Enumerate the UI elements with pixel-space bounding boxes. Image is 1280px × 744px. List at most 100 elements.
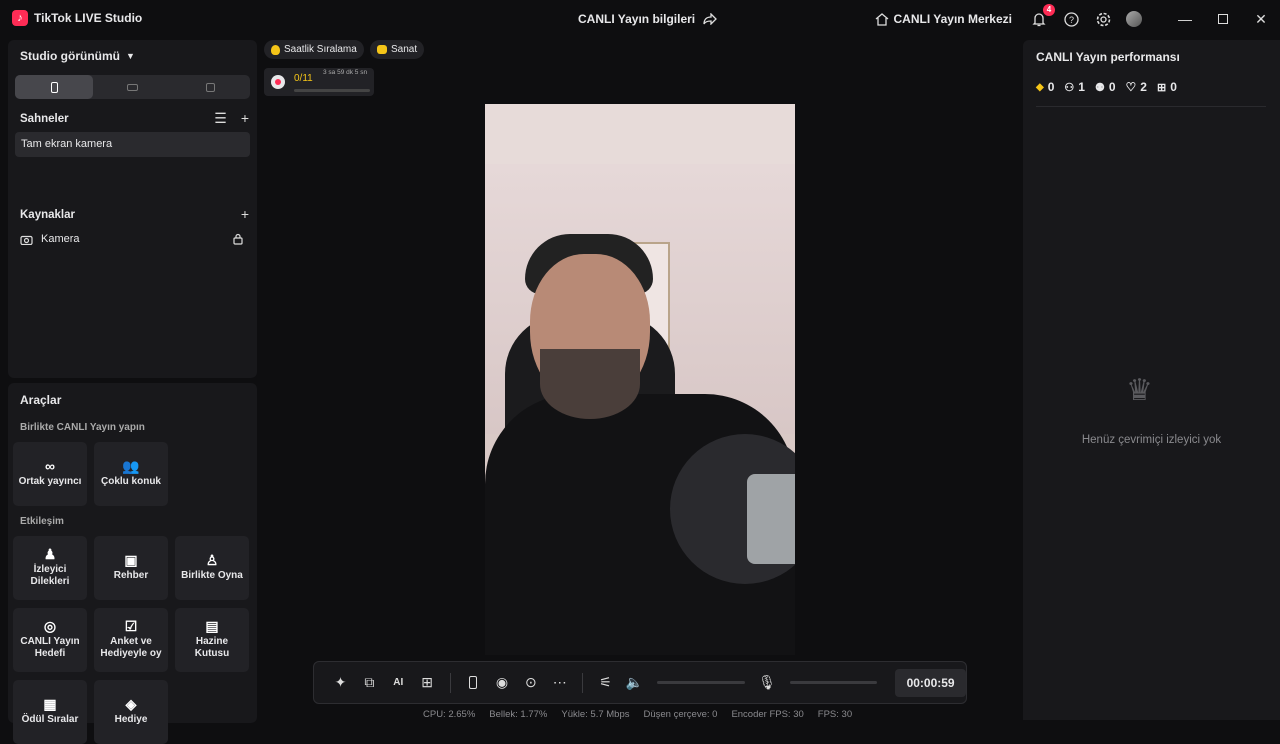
stream-info-button[interactable]: CANLI Yayın bilgileri <box>578 12 718 26</box>
diamonds-metric: ◆ 0 <box>1036 80 1055 94</box>
category-pill[interactable]: Sanat <box>370 40 425 59</box>
screen-share-icon: ⧉ <box>364 674 375 690</box>
stat-upload: Yükle: 5.7 Mbps <box>561 709 630 720</box>
source-label: Kamera <box>41 233 80 245</box>
stat-encoder-fps: Encoder FPS: 30 <box>731 709 804 720</box>
multi-layout-option[interactable] <box>172 75 250 99</box>
effects-button[interactable]: ✦ <box>326 669 355 697</box>
goal-time: 3 sa 59 dk 5 sn <box>323 69 368 76</box>
landscape-icon <box>126 83 138 91</box>
tool-live-goal[interactable]: ◎ CANLI Yayın Hedefi <box>13 608 87 672</box>
speaker-volume-slider[interactable] <box>656 681 745 684</box>
stream-info-label: CANLI Yayın bilgileri <box>578 12 696 26</box>
live-center-button[interactable]: CANLI Yayın Merkezi <box>875 12 1013 26</box>
studio-view-label: Studio görünümü <box>20 49 120 63</box>
ai-button[interactable]: AI <box>384 669 413 697</box>
more-button[interactable]: ⋯ <box>545 669 574 697</box>
tool-label: İzleyici Dilekleri <box>30 564 70 587</box>
svg-text:?: ? <box>1068 15 1073 25</box>
phone-portrait-icon <box>50 81 58 93</box>
tool-label: Birlikte Oyna <box>181 570 243 581</box>
lock-icon[interactable] <box>233 233 243 245</box>
mic-button[interactable]: 🎙 <box>753 669 782 697</box>
gear-icon <box>1096 12 1110 26</box>
more-icon: ⋯ <box>552 674 567 690</box>
screen-share-button[interactable]: ⧉ <box>355 669 384 697</box>
add-source-button[interactable]: ⊞ <box>413 669 442 697</box>
notification-badge: 4 <box>1043 4 1055 16</box>
tools-group-interaction: Etkileşim <box>20 516 64 527</box>
help-icon: ? <box>1063 11 1079 27</box>
layout-icon <box>206 82 216 92</box>
minimize-button[interactable]: — <box>1166 0 1204 38</box>
app-title: TikTok LIVE Studio <box>34 11 143 25</box>
performance-panel: CANLI Yayın performansı ◆ 0 ⚇ 1 ⚉ 0 ♡ 2 ⊞ 0 ♛… <box>1023 40 1280 720</box>
goal-progress: 0/11 <box>294 73 313 84</box>
tool-guide[interactable]: ▣ Rehber <box>94 536 168 600</box>
source-item[interactable]: Kamera <box>20 233 243 245</box>
ai-icon: AI <box>393 677 404 688</box>
list-icon[interactable]: ☰ <box>214 110 227 127</box>
landscape-option[interactable] <box>93 75 171 99</box>
tool-multi-guest[interactable]: 👥 Çoklu konuk <box>94 442 168 506</box>
tool-label: Ortak yayıncı <box>18 476 82 487</box>
viewer-wish-icon: ♟ <box>43 546 57 562</box>
new-follower-icon: ⚉ <box>1094 81 1105 94</box>
microphone-icon: 🎙 <box>758 674 776 690</box>
goal-progress-bar <box>294 89 370 92</box>
settings-button[interactable] <box>1094 10 1112 28</box>
maximize-button[interactable] <box>1204 0 1242 38</box>
stat-memory: Bellek: 1.77% <box>489 709 548 720</box>
share-icon <box>703 13 718 25</box>
gift-icon: ⊞ <box>1156 81 1167 94</box>
add-scene-icon[interactable]: + <box>241 110 249 127</box>
stat-cpu: CPU: 2.65% <box>423 709 476 720</box>
notifications-button[interactable]: 4 <box>1030 4 1055 28</box>
magic-wand-icon: ✦ <box>334 674 347 690</box>
tool-treasure-box[interactable]: ▤ Hazine Kutusu <box>175 608 249 672</box>
tool-label: Hazine Kutusu <box>194 636 230 659</box>
users-icon: ⚇ <box>1064 81 1075 94</box>
tool-co-host[interactable]: ∞ Ortak yayıncı <box>13 442 87 506</box>
tool-viewer-wishes[interactable]: ♟ İzleyici Dilekleri <box>13 536 87 600</box>
hourly-ranking-pill[interactable]: Saatlik Sıralama <box>264 40 364 59</box>
record-icon: ◉ <box>495 674 509 690</box>
tool-poll[interactable]: ☑ Anket ve Hediyeyle oy <box>94 608 168 672</box>
treasure-icon: ▤ <box>205 618 219 634</box>
speaker-icon: 🔈 <box>625 674 644 690</box>
speaker-button[interactable]: 🔈 <box>620 669 649 697</box>
tool-play-together[interactable]: ♙ Birlikte Oyna <box>175 536 249 600</box>
trophy-icon <box>271 44 280 55</box>
capture-icon: ⊙ <box>524 674 537 690</box>
close-button[interactable]: ✕ <box>1242 0 1280 38</box>
phone-button[interactable] <box>459 669 488 697</box>
mixer-button[interactable]: ⚟ <box>591 669 620 697</box>
close-icon: ✕ <box>1255 10 1267 27</box>
tool-label: Çoklu konuk <box>100 476 161 487</box>
camera-icon <box>20 235 33 245</box>
capture-button[interactable]: ⊙ <box>516 669 545 697</box>
studio-panel: Studio görünümü ▼ Sahneler ☰ + Tam ekran… <box>8 40 257 378</box>
sources-title: Kaynaklar <box>20 209 75 221</box>
help-button[interactable]: ? <box>1062 10 1080 28</box>
heart-icon: ♡ <box>1125 80 1137 94</box>
tiktok-logo-icon: ♪ <box>12 10 28 26</box>
studio-view-dropdown[interactable]: Studio görünümü ▼ <box>20 49 135 63</box>
avatar[interactable] <box>1126 11 1142 27</box>
scene-item[interactable]: Tam ekran kamera <box>15 132 250 157</box>
tools-panel: Araçlar Birlikte CANLI Yayın yapın ∞ Orta… <box>8 383 257 744</box>
camera-preview <box>485 104 795 655</box>
live-center-label: CANLI Yayın Merkezi <box>893 12 1013 26</box>
record-button[interactable]: ◉ <box>487 669 516 697</box>
add-source-icon[interactable]: + <box>241 206 249 222</box>
viewers-metric: ⚇ 1 <box>1064 80 1085 94</box>
tool-rankings[interactable]: ▦ Ödül Sıralar <box>13 680 87 744</box>
poll-icon: ☑ <box>124 618 138 634</box>
phone-icon <box>469 676 478 689</box>
tool-label: Ödül Sıralar <box>21 714 79 725</box>
portrait-option[interactable] <box>15 75 94 99</box>
tool-gift[interactable]: ◈ Hediye <box>94 680 168 744</box>
tool-label: Rehber <box>113 570 149 581</box>
goal-widget[interactable]: 0/11 3 sa 59 dk 5 sn <box>264 68 374 96</box>
mic-volume-slider[interactable] <box>789 681 878 684</box>
